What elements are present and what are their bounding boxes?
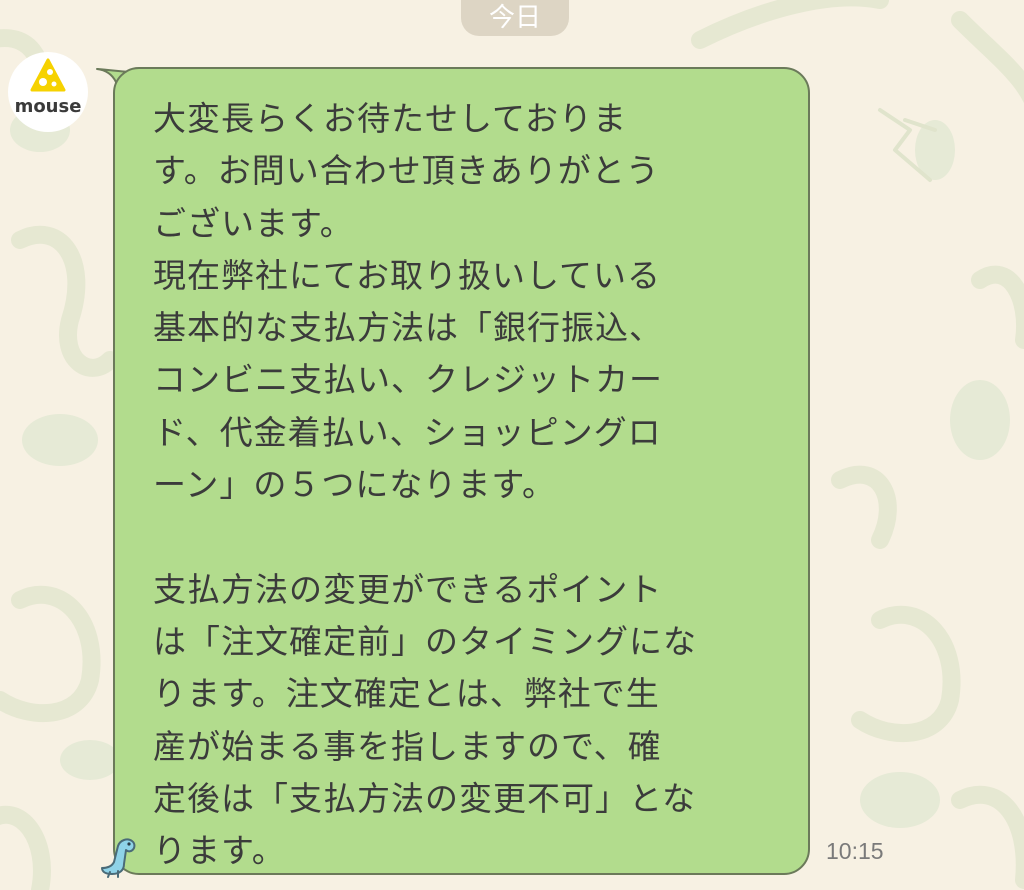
message-text: 大変長らくお待たせしておりま す。お問い合わせ頂きありがとう ございます。 現在… xyxy=(153,99,697,871)
cheese-logo-icon xyxy=(30,58,66,92)
dinosaur-sticker-icon xyxy=(101,838,136,878)
avatar-label: mouse xyxy=(14,96,82,117)
chat-screen: 今日 mouse 大変長らくお待たせしておりま す。お問い合わせ頂きありがとう … xyxy=(0,0,1024,890)
date-separator: 今日 xyxy=(461,0,569,36)
message-bubble[interactable]: 大変長らくお待たせしておりま す。お問い合わせ頂きありがとう ございます。 現在… xyxy=(113,67,810,875)
message-timestamp: 10:15 xyxy=(826,838,884,864)
sender-avatar[interactable]: mouse xyxy=(8,52,88,132)
